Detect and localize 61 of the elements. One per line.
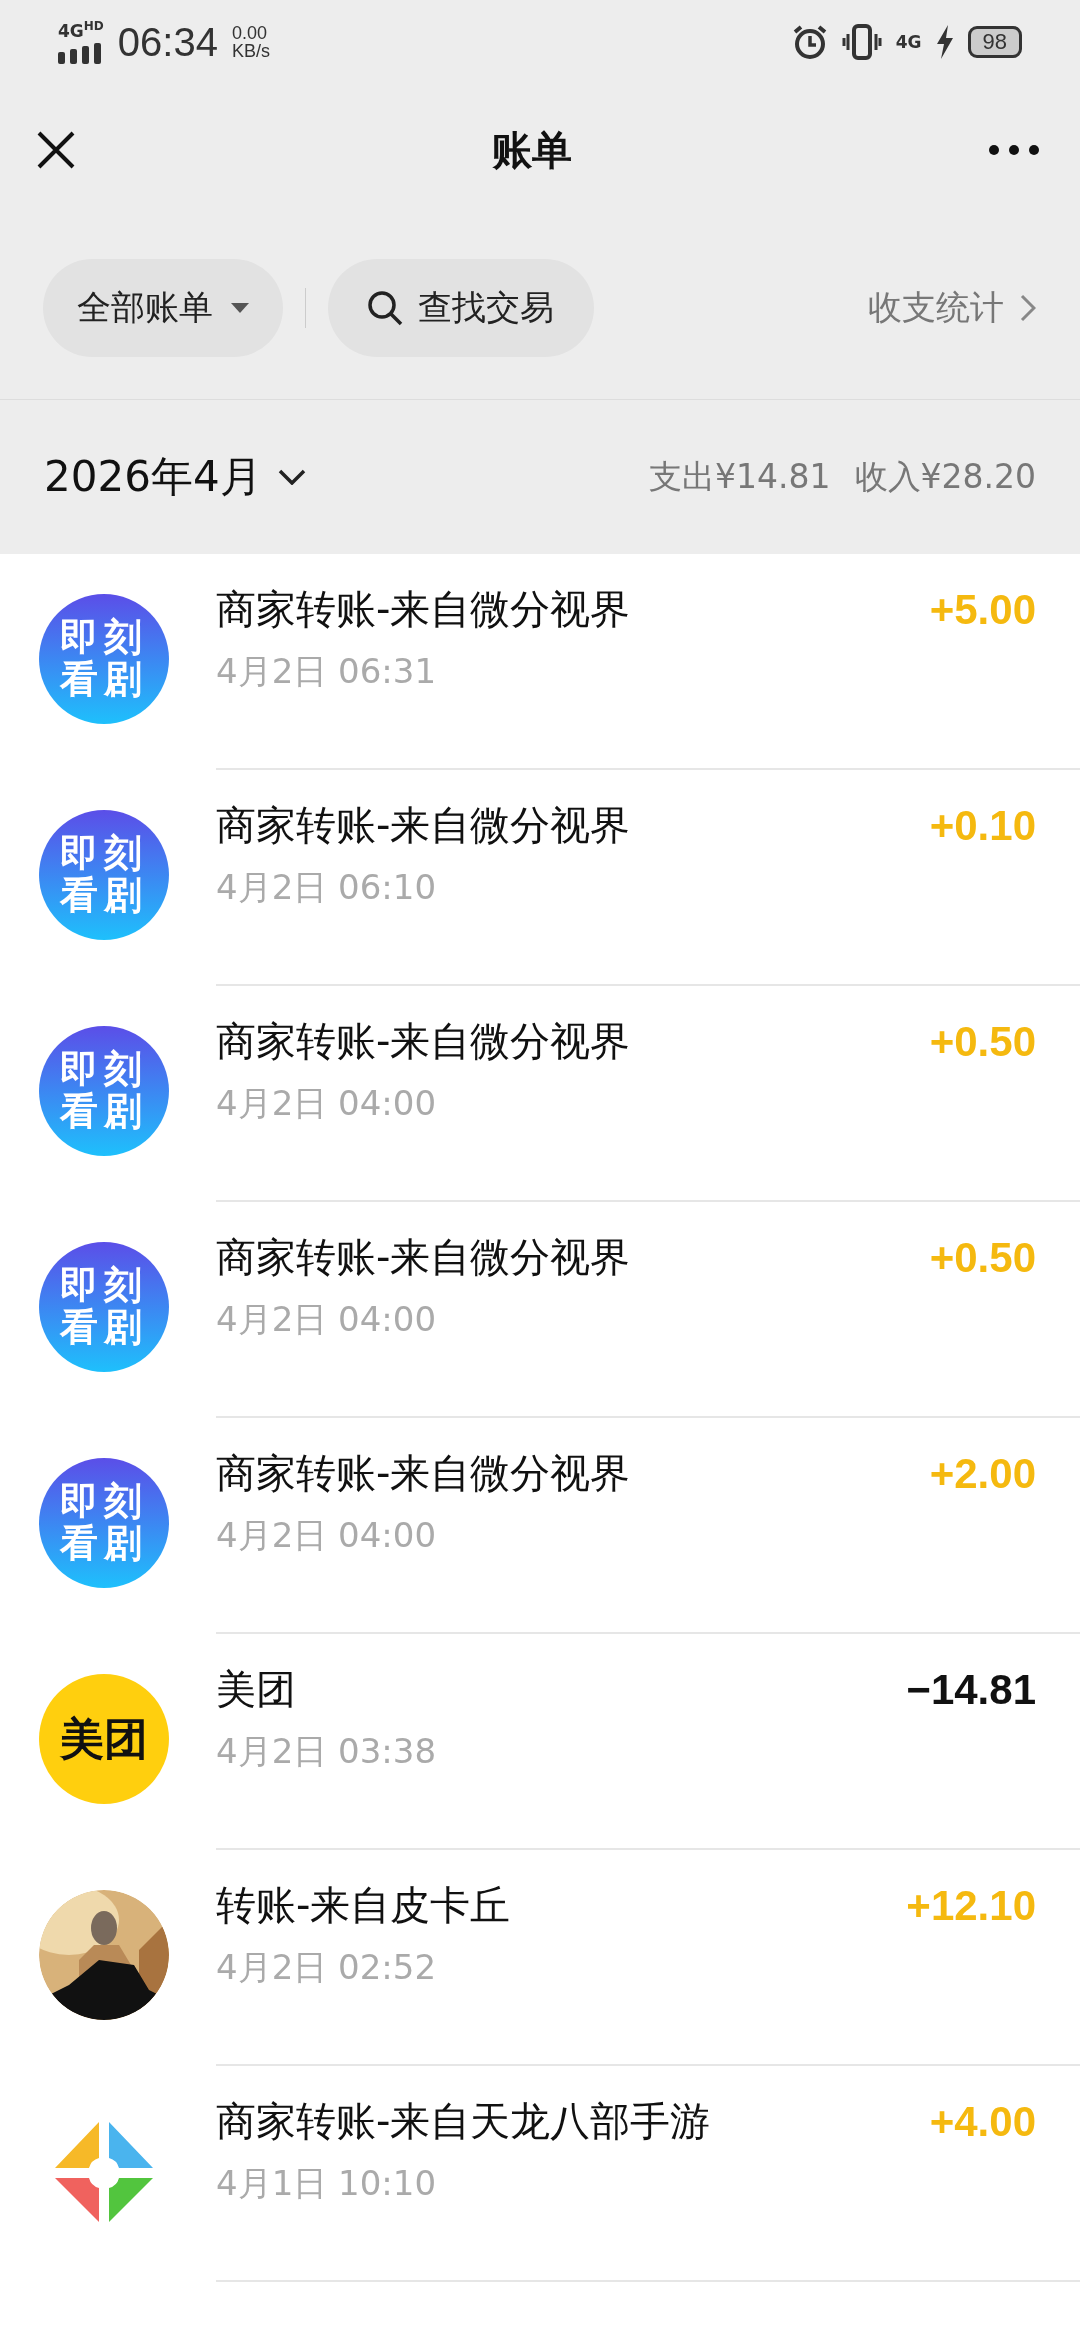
month-picker[interactable]: 2026年4月	[44, 449, 306, 505]
app-logo: 即刻 看剧	[39, 1026, 169, 1156]
income-total: 收入¥28.20	[854, 455, 1036, 498]
transaction-title: 商家转账-来自微分视界	[216, 585, 631, 634]
alarm-icon	[791, 24, 828, 60]
caret-icon	[231, 302, 249, 313]
transaction-amount: +0.10	[929, 801, 1036, 850]
transaction-time: 4月2日 04:00	[216, 1298, 438, 1341]
battery-indicator: 98	[967, 26, 1022, 58]
app-logo: 即刻 看剧	[39, 594, 169, 724]
transaction-title: 美团	[216, 1665, 296, 1714]
expense-total: 支出¥14.81	[649, 455, 831, 498]
charging-icon	[935, 25, 954, 59]
mobile-data-label: 4G	[895, 32, 922, 52]
search-icon	[366, 288, 404, 327]
app-logo: 美团	[39, 1674, 169, 1804]
transaction-title: 商家转账-来自天龙八部手游	[216, 2097, 711, 2146]
app-logo: 即刻 看剧	[39, 1458, 169, 1588]
signal-icon	[58, 41, 102, 64]
transaction-time: 4月2日 04:00	[216, 1082, 438, 1125]
transaction-title: 商家转账-来自微分视界	[216, 801, 631, 850]
transaction-amount: +4.00	[929, 2097, 1036, 2146]
category-dropdown[interactable]: 全部账单	[43, 258, 283, 357]
transaction-time: 4月1日 10:10	[216, 2162, 438, 2205]
transaction-amount: −14.81	[906, 1665, 1036, 1714]
speed-unit: KB/s	[231, 42, 270, 60]
transaction-title: 商家转账-来自微分视界	[216, 1449, 631, 1498]
transaction-row[interactable]: 即刻 看剧 商家转账-来自微分视界 +5.00 4月2日 06:31	[0, 554, 1080, 770]
transaction-amount: +2.00	[929, 1449, 1036, 1498]
transaction-row[interactable]: 美团 美团 −14.81 4月2日 03:38	[0, 1634, 1080, 1850]
transaction-amount: +12.10	[906, 1881, 1036, 1930]
network-label: 4G$^{HD}$	[58, 20, 104, 40]
speed-value: 0.00	[231, 24, 268, 42]
transaction-title: 商家转账-来自微分视界	[216, 1017, 631, 1066]
transaction-amount: +5.00	[929, 585, 1036, 634]
page-title: 账单	[492, 125, 572, 175]
chevron-icon	[1020, 293, 1036, 322]
transaction-time: 4月2日 04:00	[216, 1514, 438, 1557]
close-icon[interactable]	[36, 130, 76, 170]
status-time: 06:34	[117, 19, 218, 65]
search-button[interactable]: 查找交易	[328, 258, 594, 357]
transaction-amount: +0.50	[929, 1233, 1036, 1282]
transaction-row[interactable]: 转账-来自皮卡丘 +12.10 4月2日 02:52	[0, 1850, 1080, 2066]
transaction-row[interactable]: 商家转账-来自天龙八部手游 +4.00 4月1日 10:10	[0, 2066, 1080, 2282]
vibrate-icon	[841, 24, 882, 60]
app-logo: 即刻 看剧	[39, 810, 169, 940]
transaction-time: 4月2日 06:10	[216, 866, 438, 909]
app-logo: 即刻 看剧	[39, 1242, 169, 1372]
more-icon[interactable]	[988, 144, 1040, 156]
transaction-time: 4月2日 02:52	[216, 1946, 438, 1989]
transaction-title: 转账-来自皮卡丘	[216, 1881, 511, 1930]
transaction-time: 4月2日 03:38	[216, 1730, 438, 1773]
stats-link[interactable]: 收支统计	[868, 284, 1036, 331]
chevron-down-icon	[277, 469, 306, 485]
transaction-row[interactable]: 即刻 看剧 商家转账-来自微分视界 +0.50 4月2日 04:00	[0, 1202, 1080, 1418]
transaction-time: 4月2日 06:31	[216, 650, 438, 693]
transaction-title: 商家转账-来自微分视界	[216, 1233, 631, 1282]
transaction-amount: +0.50	[929, 1017, 1036, 1066]
transaction-row[interactable]: 即刻 看剧 商家转账-来自微分视界 +0.10 4月2日 06:10	[0, 770, 1080, 986]
transaction-row[interactable]: 即刻 看剧 商家转账-来自微分视界 +0.50 4月2日 04:00	[0, 986, 1080, 1202]
transaction-row[interactable]: 即刻 看剧 商家转账-来自微分视界 +2.00 4月2日 04:00	[0, 1418, 1080, 1634]
